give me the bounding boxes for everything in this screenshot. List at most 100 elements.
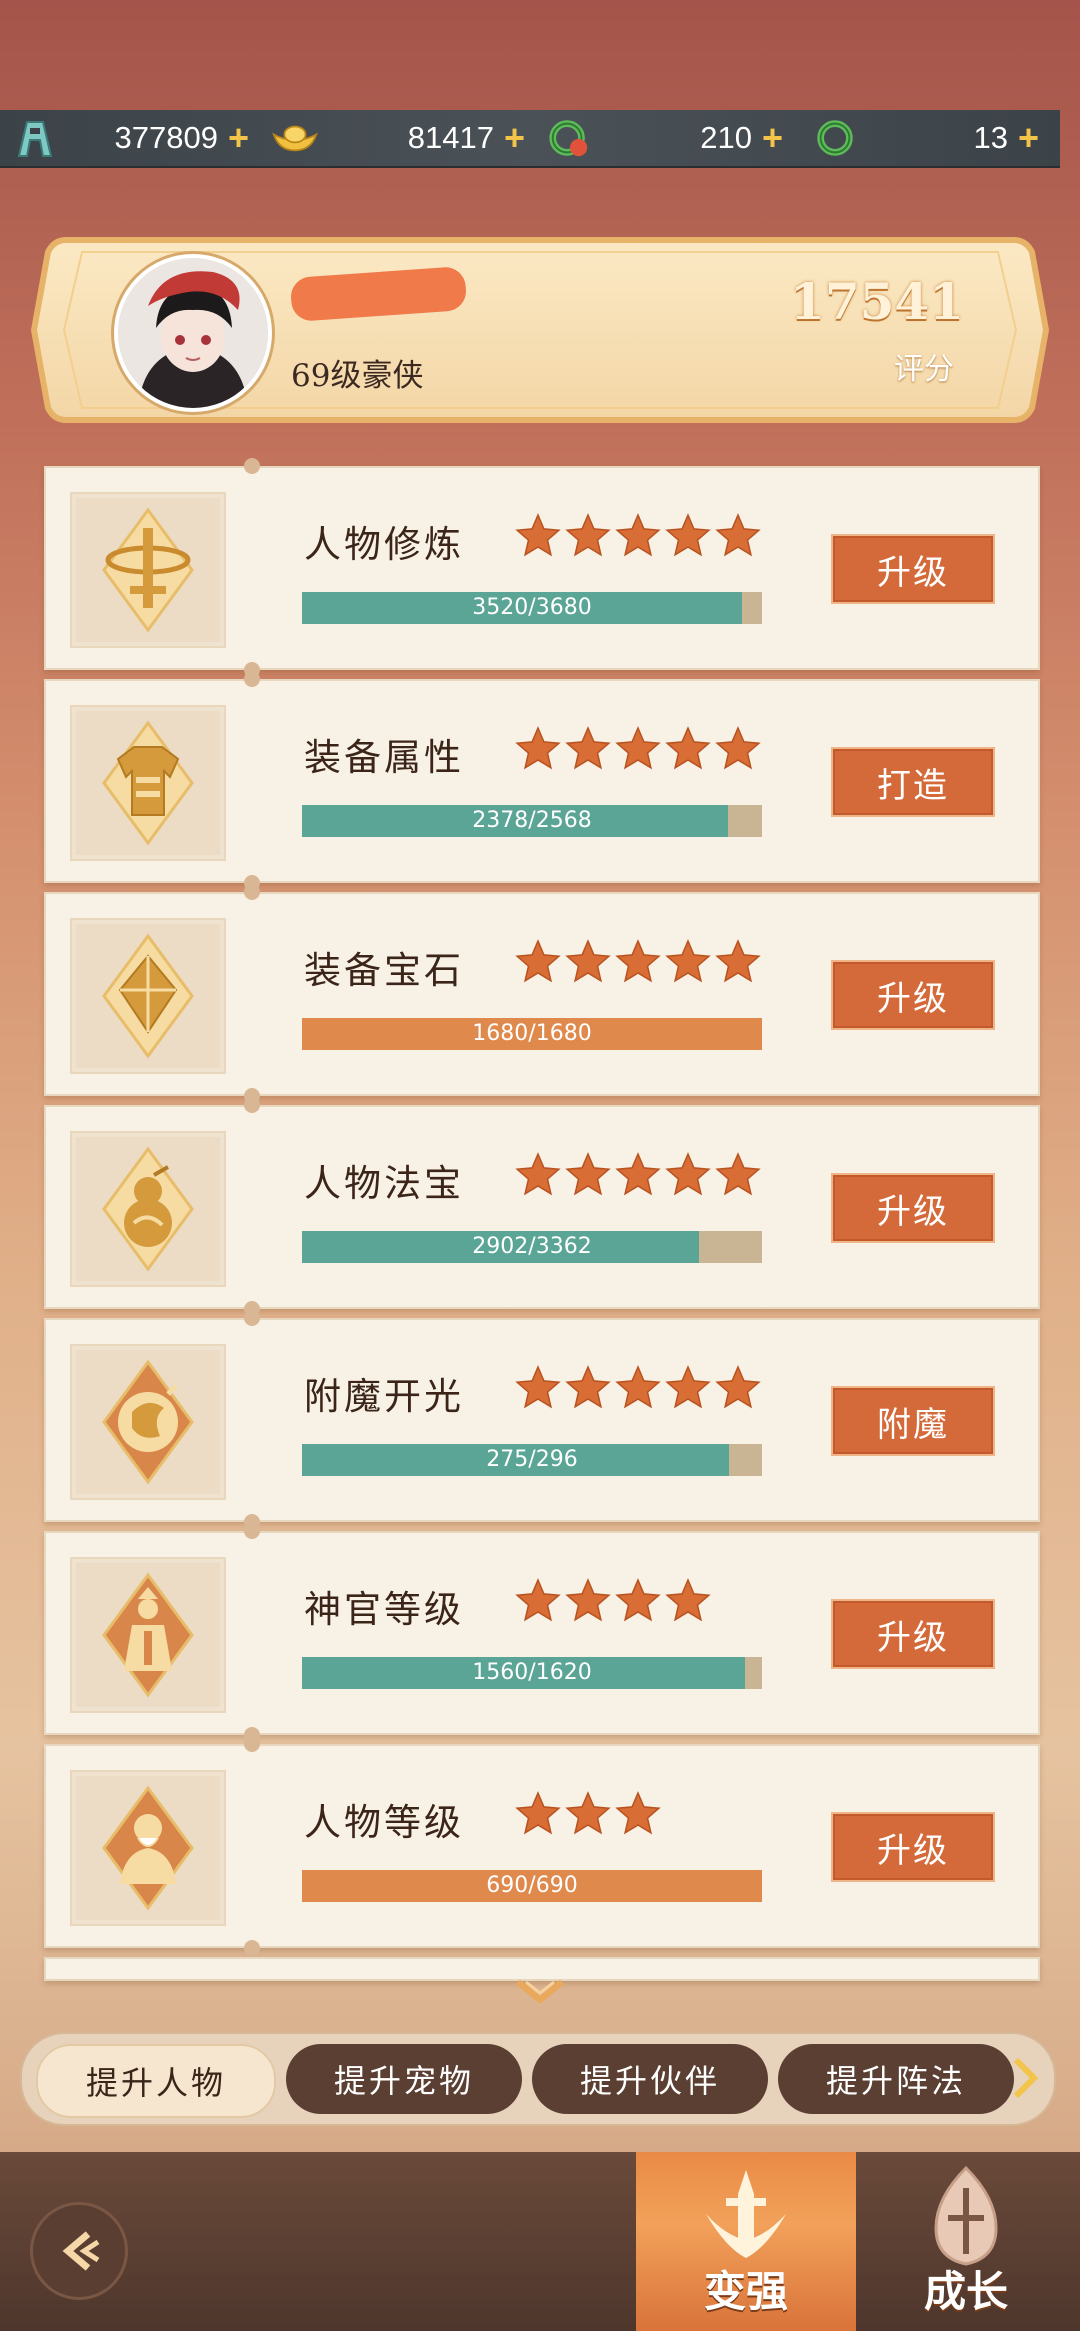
star-rating	[515, 726, 761, 770]
upgrade-card: 人物法宝 2902/3362 升级	[44, 1097, 1040, 1317]
star-icon	[715, 1365, 761, 1409]
avatar[interactable]	[114, 254, 272, 412]
nav-strengthen[interactable]: 变强	[636, 2152, 856, 2331]
star-icon	[615, 513, 661, 557]
star-icon	[665, 1365, 711, 1409]
progress-bar: 2378/2568	[302, 805, 762, 837]
upgrade-card: 神官等级 1560/1620 升级	[44, 1523, 1040, 1743]
card-title: 附魔开光	[304, 1375, 464, 1418]
progress-text: 2378/2568	[472, 808, 592, 833]
star-icon	[665, 513, 711, 557]
add-tower-button[interactable]: +	[228, 117, 249, 159]
star-icon	[565, 1578, 611, 1622]
upgrade-button[interactable]: 升级	[831, 960, 995, 1030]
star-icon	[615, 1791, 661, 1835]
progress-bar: 1560/1620	[302, 1657, 762, 1689]
upgrade-card: 装备宝石 1680/1680 升级	[44, 884, 1040, 1104]
star-icon	[515, 513, 561, 557]
score-label: 评分	[894, 352, 954, 387]
progress-text: 1680/1680	[472, 1021, 592, 1046]
tab-partner[interactable]: 提升伙伴	[532, 2044, 768, 2114]
scroll-down-chevron-icon[interactable]	[514, 1978, 566, 2008]
sage-icon	[102, 1785, 194, 1911]
tab-formation[interactable]: 提升阵法	[778, 2044, 1014, 2114]
star-icon	[515, 726, 561, 770]
progress-bar: 1680/1680	[302, 1018, 762, 1050]
star-rating	[515, 939, 761, 983]
progress-text: 690/690	[486, 1873, 578, 1898]
resource-value: 81417	[407, 120, 494, 155]
card-title: 人物法宝	[304, 1162, 464, 1205]
upgrade-button[interactable]: 升级	[831, 1599, 995, 1669]
category-tabs: 提升人物 提升宠物 提升伙伴 提升阵法	[20, 2032, 1056, 2126]
star-icon	[565, 513, 611, 557]
star-icon	[615, 1152, 661, 1196]
resource-value: 13	[973, 120, 1008, 155]
star-icon	[615, 1578, 661, 1622]
tower-icon	[12, 115, 58, 161]
star-icon	[665, 1152, 711, 1196]
progress-bar: 2902/3362	[302, 1231, 762, 1263]
nav-growth[interactable]: 成长	[856, 2152, 1076, 2331]
star-icon	[665, 1578, 711, 1622]
star-icon	[565, 1365, 611, 1409]
star-icon	[515, 1365, 561, 1409]
upgrade-button[interactable]: 升级	[831, 534, 995, 604]
card-title: 人物等级	[304, 1801, 464, 1844]
back-button[interactable]	[30, 2202, 128, 2300]
gourd-icon	[102, 1146, 194, 1272]
upgrade-card: 附魔开光 275/296 附魔	[44, 1310, 1040, 1530]
star-rating	[515, 1365, 761, 1409]
star-icon	[565, 726, 611, 770]
star-rating	[515, 1152, 761, 1196]
enchant-icon	[102, 1359, 194, 1485]
upgrade-card: 人物修炼 3520/3680 升级	[44, 458, 1040, 678]
upgrade-button[interactable]: 升级	[831, 1812, 995, 1882]
star-icon	[515, 939, 561, 983]
add-jade-ring-button[interactable]: +	[1018, 117, 1039, 159]
star-icon	[715, 939, 761, 983]
star-icon	[665, 726, 711, 770]
tab-pet[interactable]: 提升宠物	[286, 2044, 522, 2114]
resource-bar: 377809 + 81417 + 210 + 13 +	[0, 110, 1060, 168]
resource-jade-ring[interactable]: 13 +	[812, 110, 1060, 166]
progress-text: 3520/3680	[472, 595, 592, 620]
tab-character[interactable]: 提升人物	[36, 2044, 276, 2118]
card-title: 人物修炼	[304, 523, 464, 566]
progress-bar: 275/296	[302, 1444, 762, 1476]
upgrade-card: 人物等级 690/690 升级	[44, 1736, 1040, 1956]
star-icon	[715, 1152, 761, 1196]
star-icon	[715, 726, 761, 770]
armor-icon	[102, 720, 194, 846]
star-icon	[615, 726, 661, 770]
bottom-nav: 变强 成长	[0, 2152, 1080, 2331]
star-icon	[665, 939, 711, 983]
profile-banner: 69级豪侠 17541 评分	[26, 232, 1054, 428]
gem-icon	[102, 933, 194, 1059]
score-value: 17541	[790, 272, 964, 331]
progress-bar: 3520/3680	[302, 592, 762, 624]
star-icon	[615, 939, 661, 983]
tabs-next-arrow-icon[interactable]	[1012, 2056, 1040, 2100]
resource-tower[interactable]: 377809 +	[12, 110, 260, 166]
player-level: 69级豪侠	[291, 358, 424, 394]
star-icon	[515, 1578, 561, 1622]
resource-jade-badge[interactable]: 210 +	[546, 110, 796, 166]
card-title: 神官等级	[304, 1588, 464, 1631]
star-rating	[515, 1578, 711, 1622]
progress-text: 2902/3362	[472, 1234, 592, 1259]
sword-icon	[102, 507, 194, 633]
enchant-button[interactable]: 附魔	[831, 1386, 995, 1456]
jade-dragon-badge-icon	[546, 115, 592, 161]
star-icon	[565, 1791, 611, 1835]
star-icon	[615, 1365, 661, 1409]
add-jade-badge-button[interactable]: +	[762, 117, 783, 159]
forge-button[interactable]: 打造	[831, 747, 995, 817]
resource-gold[interactable]: 81417 +	[272, 110, 528, 166]
add-gold-button[interactable]: +	[504, 117, 525, 159]
resource-value: 210	[700, 120, 752, 155]
upgrade-button[interactable]: 升级	[831, 1173, 995, 1243]
official-icon	[102, 1572, 194, 1698]
progress-text: 1560/1620	[472, 1660, 592, 1685]
card-title: 装备属性	[304, 736, 464, 779]
